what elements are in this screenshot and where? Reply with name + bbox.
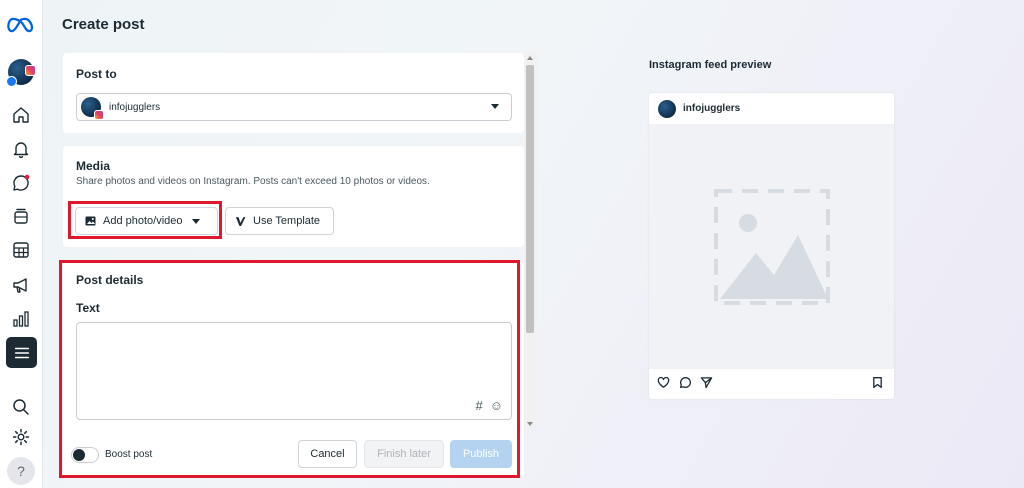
publish-button[interactable]: Publish [450, 440, 512, 468]
preview-action-bar [649, 371, 894, 397]
add-photo-video-button[interactable]: Add photo/video [75, 207, 218, 235]
emoji-icon[interactable]: ☺ [490, 398, 503, 413]
preview-title: Instagram feed preview [649, 59, 772, 71]
post-details-card: Post details Text # ☺ Boost post Cancel … [63, 260, 524, 477]
gear-icon[interactable] [9, 425, 33, 449]
post-to-card: Post to infojugglers [63, 53, 524, 133]
instagram-feed-preview: infojugglers [649, 93, 894, 399]
preview-account-name: infojugglers [683, 103, 741, 114]
post-to-heading: Post to [76, 67, 117, 81]
finish-later-button[interactable]: Finish later [364, 440, 444, 468]
media-description: Share photos and videos on Instagram. Po… [76, 176, 430, 187]
search-icon[interactable] [9, 395, 33, 419]
instagram-badge-icon [94, 110, 104, 120]
boost-post-label: Boost post [105, 449, 153, 460]
cancel-label: Cancel [310, 448, 345, 460]
publish-label: Publish [462, 448, 500, 460]
account-select[interactable]: infojugglers [76, 93, 512, 121]
post-details-heading: Post details [76, 273, 144, 287]
account-avatar-small [81, 97, 104, 120]
comment-icon [680, 377, 691, 388]
add-photo-video-label: Add photo/video [103, 215, 183, 227]
menu-icon[interactable] [6, 337, 37, 368]
send-icon [700, 377, 713, 389]
left-navigation-rail: ? [0, 0, 43, 488]
preview-image-area [649, 124, 894, 369]
use-template-button[interactable]: Use Template [225, 207, 334, 235]
scroll-up-icon[interactable] [527, 56, 533, 60]
scroll-down-icon[interactable] [527, 422, 533, 426]
text-label: Text [76, 301, 100, 315]
template-icon [236, 216, 246, 226]
media-heading: Media [76, 159, 111, 173]
home-icon[interactable] [9, 103, 33, 127]
meta-logo-icon[interactable] [7, 13, 35, 37]
calendar-icon[interactable] [9, 238, 33, 262]
left-column-scrollbar[interactable] [524, 53, 537, 429]
media-card: Media Share photos and videos on Instagr… [63, 146, 524, 247]
help-symbol: ? [17, 463, 25, 479]
chat-icon[interactable] [9, 171, 33, 195]
image-placeholder-icon [713, 188, 830, 305]
megaphone-icon[interactable] [9, 273, 33, 297]
chevron-down-icon [491, 104, 499, 109]
bookmark-icon [873, 377, 882, 388]
account-avatar[interactable] [6, 58, 36, 87]
bell-icon[interactable] [9, 137, 33, 161]
preview-avatar [658, 99, 676, 118]
boost-post-toggle[interactable] [71, 447, 99, 463]
chevron-down-icon [191, 218, 200, 224]
cancel-button[interactable]: Cancel [298, 440, 357, 468]
page-title: Create post [62, 16, 145, 33]
help-icon[interactable]: ? [7, 457, 35, 485]
hashtag-icon[interactable]: # [475, 398, 482, 413]
account-name: infojugglers [109, 101, 161, 113]
photo-icon [85, 216, 96, 226]
use-template-label: Use Template [253, 215, 321, 227]
scrollbar-thumb[interactable] [526, 65, 534, 333]
finish-later-label: Finish later [377, 448, 431, 460]
bar-chart-icon[interactable] [9, 307, 33, 331]
layers-icon[interactable] [9, 204, 33, 228]
heart-icon [657, 376, 670, 388]
post-text-input[interactable]: # ☺ [76, 322, 512, 420]
